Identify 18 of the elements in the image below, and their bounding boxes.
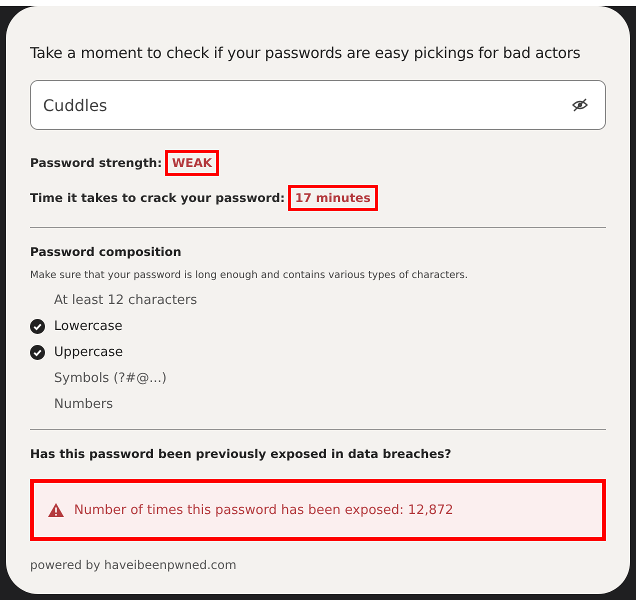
hidden-eye-icon[interactable]: [572, 98, 588, 112]
strength-label: Password strength:: [30, 156, 162, 170]
requirement-label: At least 12 characters: [54, 292, 198, 308]
requirement-label: Lowercase: [54, 318, 123, 334]
requirement-label: Symbols (?#@...): [54, 370, 167, 386]
crack-time-label: Time it takes to crack your password:: [30, 191, 285, 205]
hint-text: Make sure that your password is long enough and contains various types of characters.: [30, 270, 469, 281]
page-heading: Take a moment to check if your passwords are easy pickings for bad actors: [30, 44, 582, 62]
requirement-label: Numbers: [54, 396, 113, 412]
password-field[interactable]: Cuddles: [30, 80, 606, 130]
section-heading: Has this password been previously exposed in data breaches?: [30, 447, 452, 461]
crack-time-value: 17 minutes: [288, 185, 378, 211]
footer-text: powered by haveibeenpwned.com: [30, 558, 238, 572]
alert-text: Number of times this password has been exposed: 12,872: [74, 502, 454, 518]
strength-value: WEAK: [165, 150, 220, 176]
section-heading: Password composition: [30, 245, 182, 259]
requirement-label: Uppercase: [54, 344, 123, 360]
warning-icon: [48, 503, 64, 517]
